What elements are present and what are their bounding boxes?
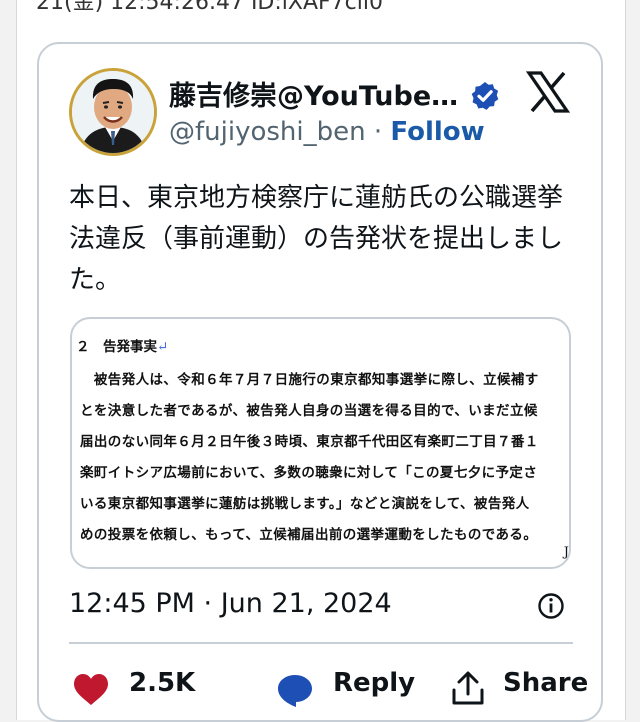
speech-bubble-icon <box>278 675 312 707</box>
document-corner-mark: J <box>563 545 569 560</box>
verified-badge-icon <box>471 82 499 110</box>
return-mark: ↵ <box>157 339 169 355</box>
reply-label: Reply <box>333 668 416 698</box>
share-upload-icon <box>452 671 484 705</box>
document-line: とを決意した者であるが、被告発人自身の当選を得る目的で、いまだ立候 <box>80 403 538 419</box>
info-icon[interactable] <box>537 592 565 620</box>
divider <box>69 642 573 644</box>
document-line: めの投票を依頼し、もって、立候補届出前の選挙運動をしたものである。 <box>80 527 538 543</box>
post-header-text: 21(金) 12:54:26.47 ID:lXAF7cll0 <box>36 0 383 15</box>
tweet-card[interactable]: 藤吉修崇@YouTuber… @fujiyoshi_ben · Follow 本… <box>37 42 603 722</box>
share-button[interactable]: Share <box>447 668 589 708</box>
document-line: 届出のない同年６月２日午後３時頃、東京都千代田区有楽町二丁目７番１ <box>80 434 539 450</box>
document-line: いる東京都知事選挙に蓮舫は挑戦します。」などと演説をして、被告発人 <box>80 496 530 512</box>
tweet-actions: 2.5K Reply Share <box>69 668 589 708</box>
like-count: 2.5K <box>129 668 196 698</box>
follow-button[interactable]: Follow <box>390 117 484 147</box>
document-heading: ２ 告発事実↵ <box>76 335 168 355</box>
handle-separator: · <box>373 117 383 147</box>
heart-icon <box>74 674 108 705</box>
share-label: Share <box>503 668 589 698</box>
author-handle[interactable]: @fujiyoshi_ben <box>169 117 366 147</box>
attached-document-image[interactable]: ２ 告発事実↵ 被告発人は、令和６年７月７日施行の東京都知事選挙に際し、立候補す… <box>70 317 571 569</box>
tweet-text: 本日、東京地方検察庁に蓮舫氏の公職選挙法違反（事前運動）の告発状を提出しました。 <box>69 183 564 295</box>
avatar-portrait <box>72 71 154 153</box>
like-button[interactable]: 2.5K <box>69 668 199 708</box>
avatar[interactable] <box>69 68 157 156</box>
author-name[interactable]: 藤吉修崇@YouTuber… <box>169 74 459 113</box>
x-logo-icon[interactable] <box>526 70 570 114</box>
tweet-timestamp[interactable]: 12:45 PM · Jun 21, 2024 <box>69 588 392 619</box>
reply-button[interactable]: Reply <box>239 668 415 708</box>
handle-row: @fujiyoshi_ben · Follow <box>169 117 485 147</box>
document-line: 楽町イトシア広場前において、多数の聴衆に対して「この夏七夕に予定さ <box>80 465 538 481</box>
document-line: 被告発人は、令和６年７月７日施行の東京都知事選挙に際し、立候補す <box>80 372 539 388</box>
document-heading-text: ２ 告発事実 <box>76 339 157 355</box>
